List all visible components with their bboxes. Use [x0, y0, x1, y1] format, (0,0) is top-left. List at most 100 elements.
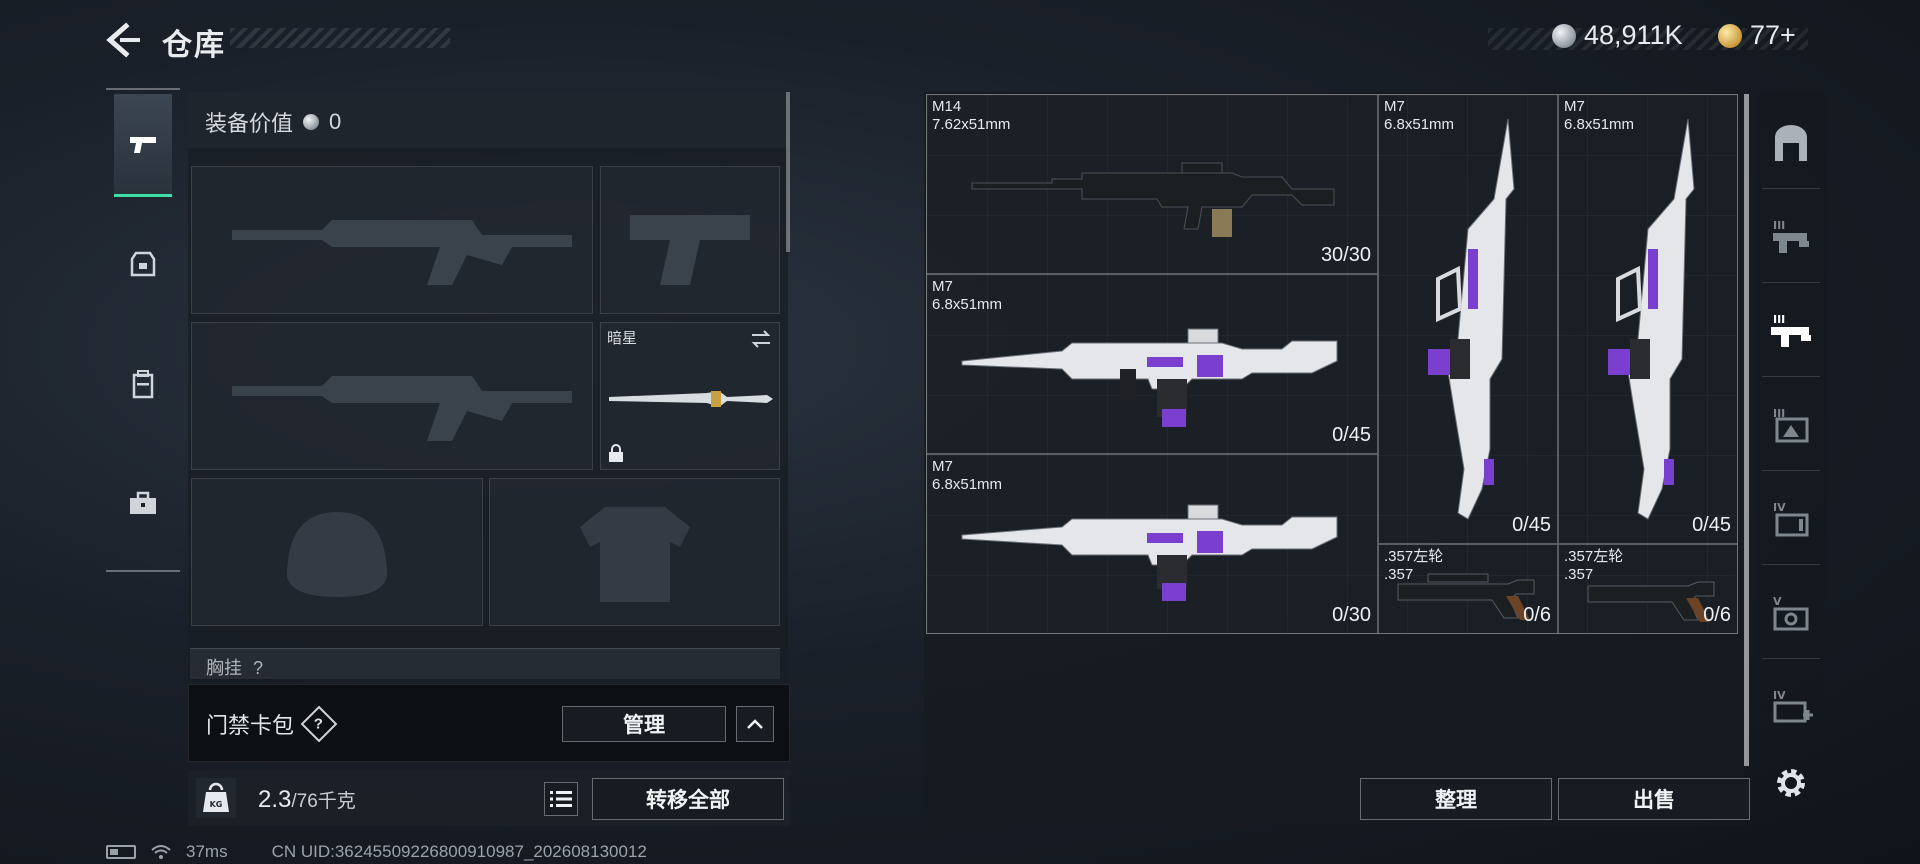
gold-currency[interactable]: 77+ [1718, 20, 1796, 51]
wifi-icon [151, 845, 171, 859]
folder-icon: IV [1773, 501, 1809, 537]
silver-coin-icon [1552, 23, 1576, 48]
ammo-box-icon: III [1773, 407, 1809, 443]
primary-weapon-slot-2[interactable] [191, 322, 593, 470]
ping-value: 37ms [186, 842, 228, 861]
m7-rifle-vertical-image [1608, 118, 1695, 520]
sort-button[interactable]: 整理 [1360, 778, 1552, 820]
sell-button[interactable]: 出售 [1558, 778, 1750, 820]
melee-slot[interactable]: 暗星 [600, 322, 780, 470]
inventory-item-m7[interactable]: M7 6.8x51mm 0/45 [1558, 94, 1738, 544]
item-ammo: 0/6 [1703, 604, 1731, 626]
battery-icon [106, 845, 136, 859]
item-caliber: 6.8x51mm [932, 476, 1003, 493]
rail-all-items[interactable] [1756, 108, 1826, 178]
safe-icon: V [1773, 595, 1809, 631]
help-icon[interactable]: ? [300, 705, 338, 743]
equipment-value-label: 装备价值 [205, 111, 294, 136]
user-uid: CN UID:36245509226800910987_202608130012 [271, 842, 647, 861]
sidearm-slot[interactable] [600, 166, 780, 314]
equipment-scrollbar[interactable] [786, 92, 790, 252]
nav-backpack[interactable] [114, 334, 172, 434]
collapse-button[interactable] [736, 706, 774, 742]
item-name: .357左轮 [1384, 548, 1444, 565]
toolbox-icon [130, 491, 156, 514]
backpack-icon [132, 370, 154, 399]
page-title: 仓库 [162, 29, 226, 62]
gold-amount: 77+ [1750, 20, 1796, 50]
m7-rifle-image [961, 504, 1338, 601]
back-button[interactable] [104, 22, 144, 58]
transfer-all-button[interactable]: 转移全部 [592, 778, 784, 820]
list-view-button[interactable] [544, 782, 578, 816]
item-ammo: 0/45 [1332, 424, 1371, 446]
item-caliber: .357 [1564, 566, 1594, 583]
access-card-bag-title: 门禁卡包 ? [206, 705, 338, 743]
carry-weight-current: 2.3 [258, 786, 292, 813]
rail-tier-5[interactable]: V [1756, 578, 1826, 648]
helmet-slot[interactable] [191, 478, 483, 626]
rail-tier-3-b[interactable]: III [1756, 390, 1826, 460]
svg-text:III: III [1773, 313, 1785, 326]
storage-icon [1775, 125, 1807, 161]
status-bar: 37ms CN UID:36245509226800910987_2026081… [106, 842, 647, 862]
silver-amount: 48,911K [1584, 20, 1683, 50]
item-caliber: .357 [1384, 566, 1414, 583]
chest-rig-label-text: 胸挂 [206, 658, 242, 678]
item-caliber: 6.8x51mm [1384, 116, 1455, 133]
inventory-item-m7[interactable]: M7 6.8x51mm 0/45 [1378, 94, 1558, 544]
inventory-item-m7[interactable]: M7 6.8x51mm 0/45 [926, 274, 1378, 454]
list-icon [550, 791, 572, 807]
nav-helmet-armor[interactable] [114, 214, 172, 314]
armor-placeholder-icon [579, 507, 690, 602]
lock-icon [609, 444, 623, 462]
svg-text:IV: IV [1773, 501, 1786, 514]
nav-weapons[interactable] [114, 94, 172, 197]
settings-button[interactable] [1756, 748, 1826, 818]
weapon-case-icon: III [1773, 219, 1809, 253]
rail-tier-4-a[interactable]: IV [1756, 484, 1826, 554]
item-caliber: 6.8x51mm [932, 296, 1003, 313]
chest-rig-section [190, 648, 780, 679]
item-name: M14 [932, 98, 962, 115]
armor-slot[interactable] [489, 478, 780, 626]
m7-rifle-vertical-image [1428, 118, 1515, 520]
rifle-placeholder-icon [232, 376, 572, 441]
title-decoration [230, 28, 450, 48]
inventory-item-357-revolver[interactable]: .357左轮 .357 0/6 [1378, 544, 1558, 634]
item-caliber: 6.8x51mm [1564, 116, 1635, 133]
item-name: .357左轮 [1564, 548, 1624, 565]
melee-slot-name: 暗星 [607, 330, 638, 347]
swap-icon [751, 330, 771, 348]
inventory-item-357-revolver[interactable]: .357左轮 .357 0/6 [1558, 544, 1738, 634]
chevron-left-icon [106, 22, 140, 58]
rifle-icon: III [1771, 313, 1811, 347]
rail-tier-3-a[interactable]: III [1756, 202, 1826, 272]
inventory-item-m14[interactable]: M14 7.62x51mm 30/30 [926, 94, 1378, 274]
silver-currency[interactable]: 48,911K [1552, 20, 1683, 51]
chest-rig-badge: ? [253, 658, 264, 678]
rail-tier-3-weapons[interactable]: III [1756, 296, 1826, 366]
help-icon-text: ? [314, 715, 324, 733]
medkit-icon: IV [1773, 689, 1813, 723]
inventory-item-m7[interactable]: M7 6.8x51mm 0/30 [926, 454, 1378, 634]
knife-icon [609, 391, 773, 407]
rail-tier-4-medical[interactable]: IV [1756, 672, 1826, 742]
item-name: M7 [932, 458, 953, 475]
nav-pouch[interactable] [114, 454, 172, 554]
m7-rifle-image [961, 328, 1338, 427]
access-card-bag-label: 门禁卡包 [206, 713, 295, 738]
weight-icon-box: KG [196, 778, 236, 818]
item-ammo: 0/30 [1332, 604, 1371, 626]
equipment-category-nav [106, 88, 180, 572]
carry-weight: 2.3/76千克 [258, 786, 356, 814]
item-ammo: 0/6 [1523, 604, 1551, 626]
svg-text:IV: IV [1773, 689, 1786, 702]
primary-weapon-slot-1[interactable] [191, 166, 593, 314]
gold-coin-icon [1718, 23, 1742, 48]
m14-rifle-image [971, 162, 1335, 237]
inventory-scrollbar[interactable] [1744, 94, 1749, 766]
carry-weight-max: /76千克 [291, 791, 356, 812]
manage-button[interactable]: 管理 [562, 706, 726, 742]
item-ammo: 30/30 [1320, 244, 1371, 266]
